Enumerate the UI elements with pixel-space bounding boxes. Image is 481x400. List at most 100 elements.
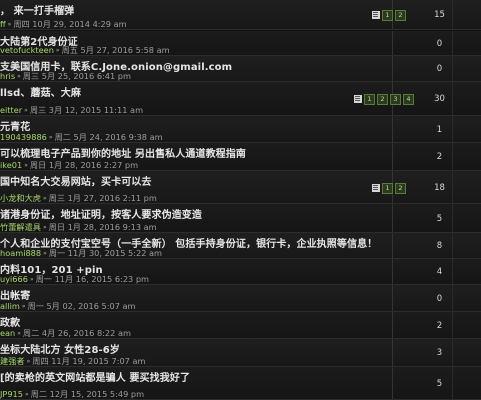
separator-icon: » [29, 276, 34, 283]
topic-author[interactable]: ike01 [0, 160, 22, 170]
separator-icon: » [42, 224, 47, 231]
topic-cell: llsd、蘑菇、大麻 eitter» 周三 3月 12, 2015 11:11 am… [0, 82, 414, 116]
pages-icon [372, 184, 380, 192]
counts-cell: 4 [393, 259, 481, 284]
topic-row[interactable]: 坐标大陆北方 女性28-6岁 建强者» 周四 11月 19, 2015 7:07 a… [0, 339, 481, 367]
reply-count: 18 [434, 183, 445, 193]
topic-row[interactable]: 国中知名大交易网站，买卡可以去小龙和大虎» 周三 1月 27, 2016 2:11… [0, 171, 481, 204]
topic-author[interactable]: ff [0, 19, 6, 29]
topic-meta: ike01» 周日 1月 28, 2016 2:27 pm [0, 159, 138, 171]
topic-author[interactable]: 建强者 [0, 356, 25, 366]
topic-title[interactable]: 国中知名大交易网站，买卡可以去 [0, 173, 152, 188]
topic-row[interactable]: 大陆第2代身份证 vetofuckteen» 周五 5月 27, 2016 5:58… [0, 31, 481, 56]
topic-author[interactable]: 竹蕾解遣具 [0, 222, 41, 232]
topic-row[interactable]: 内料101，201 +pin uyi666» 周一 11月 16, 2015 6:2… [0, 259, 481, 285]
topic-title[interactable]: 诸港身份证，地址证明，按客人要求伪造变造 [0, 206, 202, 221]
topic-row[interactable]: 可以梳理电子产品到你的地址 另出售私人通道教程指南 ike01» 周日 1月 28,… [0, 143, 481, 171]
page-link[interactable]: 1 [382, 182, 393, 194]
separator-icon: » [43, 250, 47, 257]
topic-title[interactable]: 可以梳理电子产品到你的地址 另出售私人通道教程指南 [0, 145, 246, 160]
page-link[interactable]: 2 [377, 93, 388, 105]
column-divider [452, 56, 453, 81]
topic-meta: hoami888» 周一 11月 30, 2015 5:22 am [0, 247, 162, 259]
topic-row[interactable]: 政款 ean» 周二 4月 26, 2016 8:22 am 2 [0, 312, 481, 339]
separator-icon: » [24, 107, 28, 114]
topic-meta: vetofuckteen» 周五 5月 27, 2016 5:58 am [0, 44, 170, 56]
topic-author[interactable]: JP915 [0, 389, 23, 399]
topic-meta: 建强者» 周四 11月 19, 2015 7:07 am [0, 355, 145, 367]
topic-date: 周三 3月 12, 2015 11:11 am [29, 105, 144, 115]
reply-count: 5 [436, 379, 443, 389]
topic-author[interactable]: hris [0, 71, 15, 81]
counts-cell: 5 [393, 204, 481, 232]
topic-cell: 坐标大陆北方 女性28-6岁 建强者» 周四 11月 19, 2015 7:07 a… [0, 339, 393, 366]
topic-date: 周日 1月 28, 2016 2:27 pm [29, 160, 139, 170]
topic-author[interactable]: ean [0, 328, 15, 338]
counts-cell: 0 [393, 31, 481, 55]
separator-icon: » [17, 73, 21, 80]
separator-icon: » [48, 134, 53, 141]
topic-cell: 内料101，201 +pin uyi666» 周一 11月 16, 2015 6:2… [0, 259, 393, 284]
column-divider [452, 259, 453, 284]
topic-author[interactable]: uyi666 [0, 274, 28, 284]
topic-title[interactable]: llsd、蘑菇、大麻 [0, 84, 81, 99]
counts-cell: 0 [393, 285, 481, 311]
column-divider [452, 204, 453, 232]
topic-title[interactable]: 坐标大陆北方 女性28-6岁 [0, 341, 120, 356]
topic-row[interactable]: 个人和企业的支付宝空号（一手全新） 包括手持身份证，银行卡，企业执照等信息！ ho… [0, 233, 481, 259]
topic-list: ， 来一打手榴弹 ff» 周四 10月 29, 2014 4:29 am 1 2 15 大陆… [0, 0, 481, 400]
reply-count: 30 [434, 94, 445, 104]
separator-icon: » [17, 330, 21, 337]
topic-meta: eitter» 周三 3月 12, 2015 11:11 am [0, 104, 143, 116]
topic-date: 周三 1月 27, 2016 2:11 pm [48, 193, 157, 203]
topic-cell: 支美国信用卡，联系C.Jone.onion@gmail.com hris» 周三 5… [0, 56, 393, 81]
counts-cell: 0 [393, 56, 481, 81]
column-divider [452, 116, 453, 142]
reply-count: 2 [436, 321, 443, 331]
column-divider [452, 82, 453, 115]
reply-count: 3 [436, 348, 443, 358]
topic-title[interactable]: ， 来一打手榴弹 [0, 2, 74, 17]
topic-row[interactable]: 支美国信用卡，联系C.Jone.onion@gmail.com hris» 周三 5… [0, 56, 481, 82]
topic-row[interactable]: llsd、蘑菇、大麻 eitter» 周三 3月 12, 2015 11:11 am… [0, 82, 481, 116]
topic-author[interactable]: hoami888 [0, 248, 41, 258]
topic-cell: 出帐寄 allim» 周一 5月 02, 2016 5:07 am [0, 285, 393, 311]
topic-author[interactable]: 190439886 [0, 132, 47, 142]
topic-meta: allim» 周一 5月 02, 2016 5:07 am [0, 300, 136, 312]
topic-author[interactable]: vetofuckteen [0, 45, 54, 55]
topic-row[interactable]: 诸港身份证，地址证明，按客人要求伪造变造 竹蕾解遣具» 周日 1月 28, 2016… [0, 204, 481, 233]
column-divider [452, 339, 453, 366]
counts-cell: 3 [393, 339, 481, 366]
topic-title[interactable]: [的卖枪的英文网站都是骗人 要买找我好了 [0, 369, 190, 384]
pages-icon [354, 95, 362, 103]
topic-author[interactable]: 小龙和大虎 [0, 193, 41, 203]
topic-meta: JP915» 周二 12月 15, 2015 5:49 pm [0, 388, 144, 400]
column-divider [452, 31, 453, 55]
counts-cell: 1 [393, 116, 481, 142]
reply-count: 0 [436, 294, 443, 304]
column-divider [452, 233, 453, 258]
column-divider [452, 312, 453, 338]
topic-date: 周一 11月 30, 2015 5:22 am [48, 248, 162, 258]
counts-cell: 8 [393, 233, 481, 258]
separator-icon: » [42, 195, 47, 202]
topic-date: 周日 1月 28, 2016 9:13 am [48, 222, 157, 232]
pages-icon [372, 11, 380, 19]
topic-date: 周一 11月 16, 2015 6:23 pm [35, 274, 150, 284]
topic-row[interactable]: ， 来一打手榴弹 ff» 周四 10月 29, 2014 4:29 am 1 2 15 [0, 0, 481, 30]
topic-author[interactable]: eitter [0, 105, 22, 115]
topic-row[interactable]: 元青花 190439886» 周二 5月 24, 2016 9:38 am 1 [0, 116, 481, 143]
topic-row[interactable]: 出帐寄 allim» 周一 5月 02, 2016 5:07 am 0 [0, 285, 481, 312]
reply-count: 0 [436, 64, 443, 74]
counts-cell: 2 [393, 312, 481, 338]
topic-row[interactable]: [的卖枪的英文网站都是骗人 要买找我好了 JP915» 周二 12月 15, 201… [0, 367, 481, 400]
separator-icon: » [55, 47, 60, 54]
topic-meta: ff» 周四 10月 29, 2014 4:29 am [0, 18, 127, 30]
topic-cell: 政款 ean» 周二 4月 26, 2016 8:22 am [0, 312, 393, 338]
column-divider [452, 0, 453, 29]
page-link[interactable]: 1 [382, 9, 393, 21]
topic-author[interactable]: allim [0, 301, 20, 311]
topic-cell: 个人和企业的支付宝空号（一手全新） 包括手持身份证，银行卡，企业执照等信息！ ho… [0, 233, 393, 258]
separator-icon: » [24, 162, 28, 169]
page-link[interactable]: 1 [364, 93, 375, 105]
